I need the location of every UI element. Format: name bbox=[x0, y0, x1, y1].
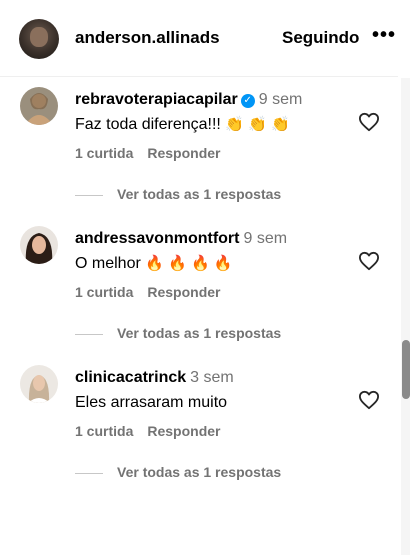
commenter-username[interactable]: clinicacatrinck bbox=[75, 369, 186, 386]
view-replies-button[interactable]: Ver todas as 1 respostas bbox=[75, 325, 281, 341]
like-heart-icon[interactable] bbox=[358, 390, 380, 410]
comment-text: O melhor 🔥 🔥 🔥 🔥 bbox=[75, 255, 233, 272]
replies-divider bbox=[75, 194, 103, 196]
commenter-username[interactable]: rebravoterapiacapilar bbox=[75, 91, 238, 108]
verified-badge-icon: ✓ bbox=[240, 94, 255, 108]
scrollbar-track[interactable] bbox=[401, 78, 410, 555]
likes-count[interactable]: 1 curtida bbox=[75, 284, 133, 300]
comment-meta: 1 curtida Responder bbox=[75, 284, 234, 300]
commenter-avatar[interactable] bbox=[20, 87, 58, 125]
comment-text: Faz toda diferença!!! 👏 👏 👏 bbox=[75, 116, 290, 133]
reply-button[interactable]: Responder bbox=[147, 284, 220, 300]
view-replies-button[interactable]: Ver todas as 1 respostas bbox=[75, 464, 281, 480]
scrollbar-thumb[interactable] bbox=[402, 340, 410, 399]
author-avatar[interactable] bbox=[19, 19, 59, 59]
comment-text: Eles arrasaram muito bbox=[75, 394, 228, 411]
comment-item: clinicacatrinck 3 sem Eles arrasaram muit… bbox=[0, 365, 398, 504]
likes-count[interactable]: 1 curtida bbox=[75, 423, 133, 439]
author-username[interactable]: anderson.allinads bbox=[75, 28, 220, 48]
view-replies-label: Ver todas as 1 respostas bbox=[117, 186, 282, 202]
view-replies-label: Ver todas as 1 respostas bbox=[117, 464, 282, 480]
comment-meta: 1 curtida Responder bbox=[75, 423, 234, 439]
view-replies-button[interactable]: Ver todas as 1 respostas bbox=[75, 186, 281, 202]
more-options-icon[interactable]: ••• bbox=[372, 24, 396, 47]
reply-button[interactable]: Responder bbox=[147, 423, 220, 439]
like-heart-icon[interactable] bbox=[358, 251, 380, 271]
like-heart-icon[interactable] bbox=[358, 112, 380, 132]
view-replies-label: Ver todas as 1 respostas bbox=[117, 325, 282, 341]
commenter-avatar[interactable] bbox=[20, 226, 58, 264]
comment-item: rebravoterapiacapilar ✓ 9 sem Faz toda dif… bbox=[0, 87, 398, 226]
commenter-username[interactable]: andressavonmontfort bbox=[75, 230, 239, 247]
comment-time[interactable]: 9 sem bbox=[259, 91, 303, 108]
comment-item: andressavonmontfort 9 sem O melhor 🔥 🔥 🔥 … bbox=[0, 226, 398, 365]
following-button[interactable]: Seguindo bbox=[282, 28, 359, 48]
clap-emoji: 👏 👏 👏 bbox=[225, 116, 290, 133]
post-header: anderson.allinads Seguindo ••• bbox=[0, 0, 398, 77]
fire-emoji: 🔥 🔥 🔥 🔥 bbox=[145, 255, 233, 272]
replies-divider bbox=[75, 472, 103, 474]
comment-meta: 1 curtida Responder bbox=[75, 145, 234, 161]
likes-count[interactable]: 1 curtida bbox=[75, 145, 133, 161]
comment-time[interactable]: 3 sem bbox=[190, 369, 234, 386]
replies-divider bbox=[75, 333, 103, 335]
commenter-avatar[interactable] bbox=[20, 365, 58, 403]
reply-button[interactable]: Responder bbox=[147, 145, 220, 161]
comment-time[interactable]: 9 sem bbox=[243, 230, 287, 247]
